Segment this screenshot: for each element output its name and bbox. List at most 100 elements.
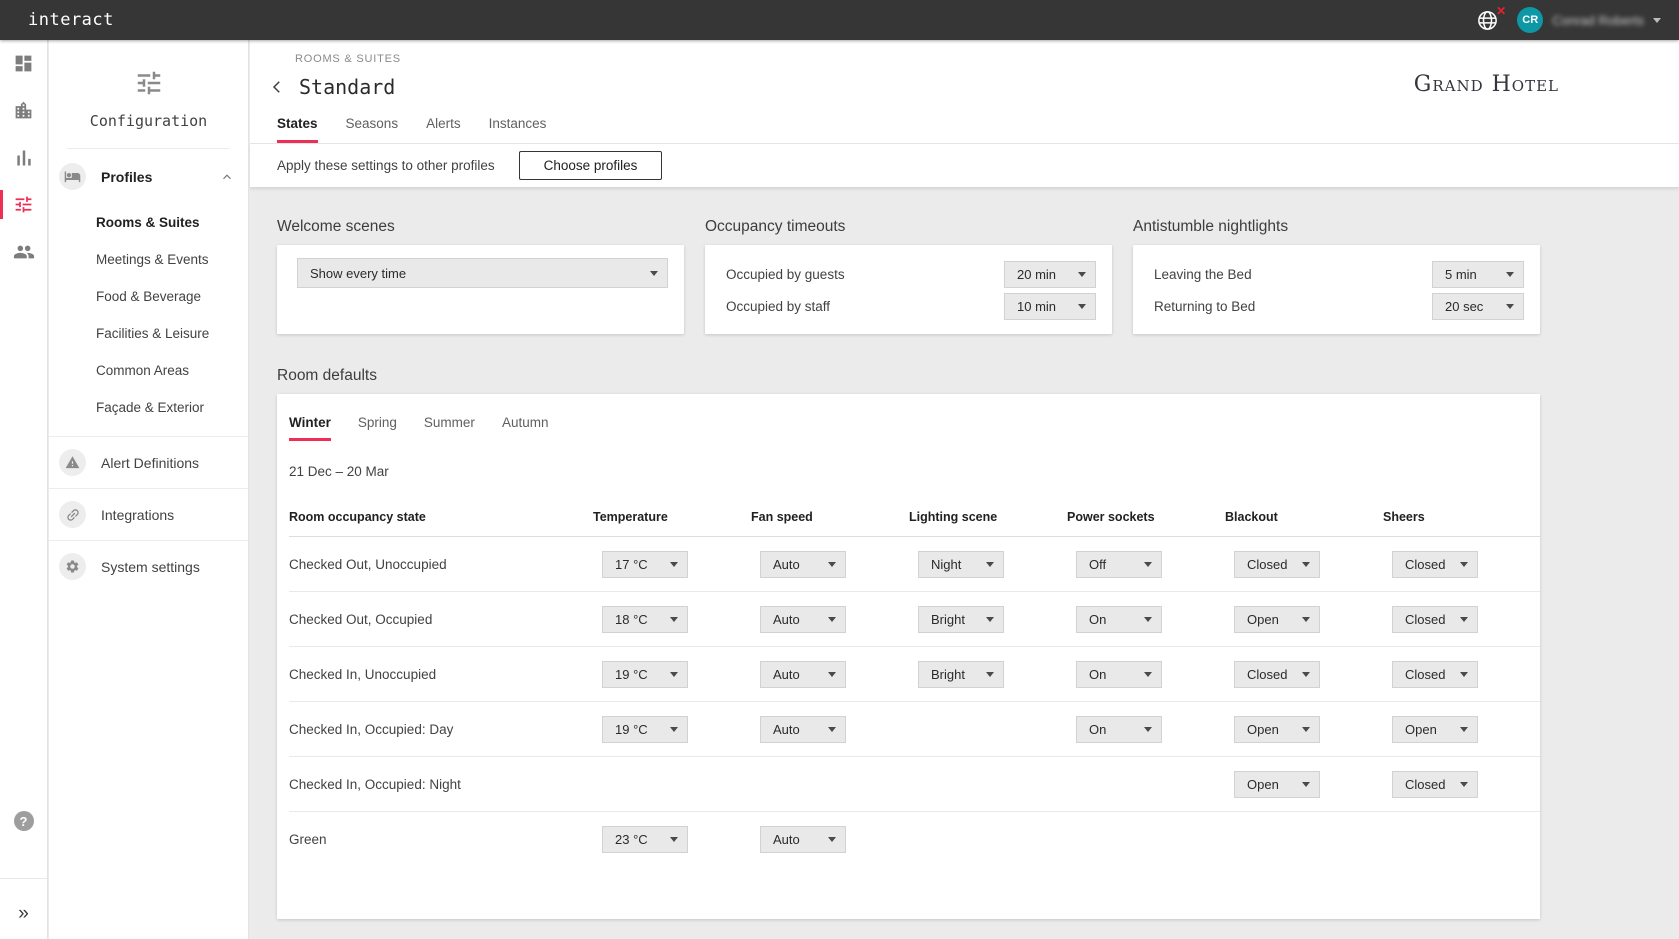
cell-blackout: Open: [1225, 716, 1383, 743]
room-occupancy-state: Green: [289, 832, 593, 847]
tab-instances[interactable]: Instances: [489, 116, 547, 143]
content: Welcome scenes Occupancy timeouts Antist…: [250, 187, 1679, 919]
sidebar-item-food-beverage[interactable]: Food & Beverage: [49, 278, 248, 315]
select-value: 23 °C: [615, 832, 648, 847]
cell-temperature: 19 °C: [593, 716, 751, 743]
sidebar-item-fa-ade-exterior[interactable]: Façade & Exterior: [49, 389, 248, 426]
power-sockets-select[interactable]: On: [1076, 661, 1162, 688]
fan-speed-select[interactable]: Auto: [760, 661, 846, 688]
rail-item-analytics[interactable]: [0, 134, 47, 181]
cell-temperature: 23 °C: [593, 826, 751, 853]
season-tab-summer[interactable]: Summer: [424, 415, 475, 441]
power-sockets-select[interactable]: On: [1076, 716, 1162, 743]
select-value: Open: [1247, 777, 1279, 792]
select-value: Open: [1247, 612, 1279, 627]
select-value: Auto: [773, 722, 800, 737]
expand-icon[interactable]: »: [0, 903, 47, 925]
sidebar-item-facilities-leisure[interactable]: Facilities & Leisure: [49, 315, 248, 352]
sidebar-item-meetings-events[interactable]: Meetings & Events: [49, 241, 248, 278]
cell-sheers: Closed: [1383, 606, 1541, 633]
season-tab-winter[interactable]: Winter: [289, 415, 331, 441]
sheers-select[interactable]: Closed: [1392, 661, 1478, 688]
sidebar-item-system-settings[interactable]: System settings: [49, 541, 248, 592]
chevron-down-icon: [1653, 18, 1661, 23]
sheers-select[interactable]: Open: [1392, 716, 1478, 743]
sheers-select[interactable]: Closed: [1392, 551, 1478, 578]
tab-states[interactable]: States: [277, 116, 318, 143]
column-header-blackout: Blackout: [1225, 510, 1383, 524]
blackout-select[interactable]: Closed: [1234, 661, 1320, 688]
sidebar-item-profiles[interactable]: Profiles: [49, 149, 248, 204]
season-tab-spring[interactable]: Spring: [358, 415, 397, 441]
sidebar-item-label: System settings: [101, 559, 200, 575]
temperature-select[interactable]: 18 °C: [602, 606, 688, 633]
leaving-the-bed-select[interactable]: 5 min: [1432, 261, 1524, 288]
room-defaults-title: Room defaults: [277, 367, 1679, 385]
nightlight-label: Returning to Bed: [1154, 299, 1255, 314]
page-header: ROOMS & SUITES Standard Grand Hotel Stat…: [250, 40, 1679, 144]
rail-item-users[interactable]: [0, 228, 47, 275]
user-menu[interactable]: CR Conrad Roberts: [1517, 7, 1661, 33]
blackout-select[interactable]: Open: [1234, 606, 1320, 633]
occupied-by-staff-select[interactable]: 10 min: [1004, 293, 1096, 320]
sidebar-item-integrations[interactable]: Integrations: [49, 489, 248, 540]
temperature-select[interactable]: 19 °C: [602, 661, 688, 688]
back-button[interactable]: [264, 74, 290, 100]
fan-speed-select[interactable]: Auto: [760, 826, 846, 853]
fan-speed-select[interactable]: Auto: [760, 606, 846, 633]
language-globe-button[interactable]: ✕: [1476, 9, 1499, 32]
chevron-down-icon: [1460, 617, 1468, 622]
sheers-select[interactable]: Closed: [1392, 771, 1478, 798]
blackout-select[interactable]: Closed: [1234, 551, 1320, 578]
select-value: Closed: [1405, 557, 1445, 572]
temperature-select[interactable]: 19 °C: [602, 716, 688, 743]
choose-profiles-button[interactable]: Choose profiles: [519, 151, 663, 180]
timeout-label: Occupied by staff: [726, 299, 830, 314]
fan-speed-select[interactable]: Auto: [760, 551, 846, 578]
returning-to-bed-select[interactable]: 20 sec: [1432, 293, 1524, 320]
apply-label: Apply these settings to other profiles: [277, 158, 495, 173]
select-value: 20 min: [1017, 267, 1056, 282]
tab-alerts[interactable]: Alerts: [426, 116, 461, 143]
temperature-select[interactable]: 17 °C: [602, 551, 688, 578]
blackout-select[interactable]: Open: [1234, 716, 1320, 743]
rail-item-dashboard[interactable]: [0, 40, 47, 87]
sheers-select[interactable]: Closed: [1392, 606, 1478, 633]
season-tab-autumn[interactable]: Autumn: [502, 415, 549, 441]
chevron-down-icon: [828, 837, 836, 842]
sidebar-item-rooms-suites[interactable]: Rooms & Suites: [49, 204, 248, 241]
chevron-down-icon: [1302, 782, 1310, 787]
nightlight-row: Leaving the Bed 5 min: [1154, 258, 1524, 290]
power-sockets-select[interactable]: Off: [1076, 551, 1162, 578]
table-row: Checked Out, Unoccupied17 °CAutoNightOff…: [289, 537, 1540, 592]
select-value: Night: [931, 557, 961, 572]
room-occupancy-state: Checked In, Unoccupied: [289, 667, 593, 682]
sidebar-item-label: Integrations: [101, 507, 174, 523]
lighting-scene-select[interactable]: Night: [918, 551, 1004, 578]
lighting-scene-select[interactable]: Bright: [918, 606, 1004, 633]
fan-speed-select[interactable]: Auto: [760, 716, 846, 743]
rail-item-configuration[interactable]: [0, 181, 47, 228]
room-occupancy-state: Checked In, Occupied: Day: [289, 722, 593, 737]
table-header: Room occupancy stateTemperatureFan speed…: [289, 497, 1540, 537]
cell-lighting-scene: Bright: [909, 606, 1067, 633]
occupied-by-guests-select[interactable]: 20 min: [1004, 261, 1096, 288]
select-value: Bright: [931, 612, 965, 627]
blackout-select[interactable]: Open: [1234, 771, 1320, 798]
column-header-fan-speed: Fan speed: [751, 510, 909, 524]
lighting-scene-select[interactable]: Bright: [918, 661, 1004, 688]
welcome-scene-select[interactable]: Show every time: [297, 258, 668, 288]
power-sockets-select[interactable]: On: [1076, 606, 1162, 633]
topbar: interact ✕ CR Conrad Roberts: [0, 0, 1679, 40]
tab-bar: States Seasons Alerts Instances: [277, 116, 1679, 143]
cell-power-sockets: On: [1067, 716, 1225, 743]
chevron-down-icon: [650, 271, 658, 276]
sidebar-item-common-areas[interactable]: Common Areas: [49, 352, 248, 389]
sidebar-item-alert-definitions[interactable]: Alert Definitions: [49, 437, 248, 488]
cell-blackout: Closed: [1225, 551, 1383, 578]
temperature-select[interactable]: 23 °C: [602, 826, 688, 853]
help-button[interactable]: ?: [0, 811, 47, 831]
chevron-down-icon: [828, 672, 836, 677]
tab-seasons[interactable]: Seasons: [346, 116, 399, 143]
rail-item-buildings[interactable]: [0, 87, 47, 134]
